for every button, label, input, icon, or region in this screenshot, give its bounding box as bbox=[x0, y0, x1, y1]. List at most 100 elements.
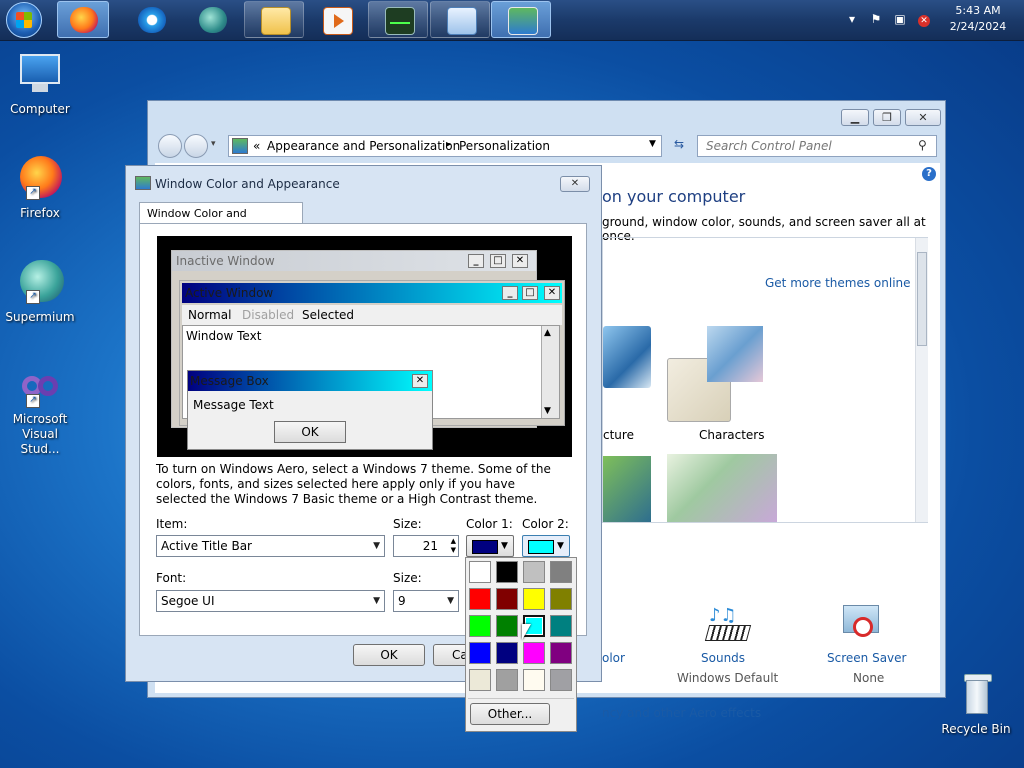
taskbar-personalization[interactable] bbox=[491, 1, 551, 38]
item-select[interactable]: Active Title Bar ▼ bbox=[156, 535, 385, 557]
color-swatch[interactable] bbox=[469, 669, 491, 691]
desktop-icon-visual-studio[interactable]: ↗ Microsoft Visual Stud... bbox=[2, 368, 78, 457]
desktop-icon-supermium[interactable]: ↗ Supermium bbox=[2, 258, 78, 325]
color-swatch[interactable] bbox=[550, 588, 572, 610]
theme-thumbnail[interactable] bbox=[667, 454, 777, 522]
windows-logo-icon bbox=[16, 12, 32, 28]
other-color-button[interactable]: Other... bbox=[470, 703, 550, 725]
minimize-button[interactable]: ▁ bbox=[841, 109, 869, 126]
preview-maximize-icon: □ bbox=[490, 254, 506, 268]
item-size-label: Size: bbox=[393, 517, 422, 531]
theme-thumbnail[interactable] bbox=[603, 456, 651, 522]
get-more-themes-link[interactable]: Get more themes online bbox=[765, 276, 911, 290]
taskbar-explorer[interactable] bbox=[244, 1, 304, 38]
breadcrumb-appearance[interactable]: Appearance and Personalization bbox=[267, 139, 460, 153]
color-swatch[interactable] bbox=[496, 642, 518, 664]
color-swatch[interactable] bbox=[469, 588, 491, 610]
color-swatch[interactable] bbox=[496, 561, 518, 583]
recycle-bin-icon bbox=[952, 670, 1000, 718]
color-swatch[interactable] bbox=[523, 561, 545, 583]
dialog-close-button[interactable]: ✕ bbox=[560, 176, 590, 192]
internet-explorer-icon bbox=[138, 7, 166, 33]
breadcrumb-personalization[interactable]: Personalization bbox=[459, 139, 550, 153]
help-icon[interactable]: ? bbox=[922, 167, 936, 181]
taskbar-supermium[interactable] bbox=[182, 1, 238, 38]
preview-active-title: Active Window bbox=[185, 286, 274, 300]
search-input[interactable]: Search Control Panel ⚲ bbox=[697, 135, 937, 157]
color-swatch[interactable] bbox=[523, 642, 545, 664]
theme-list-scrollbar[interactable] bbox=[915, 238, 928, 522]
personalization-icon bbox=[508, 7, 538, 35]
desktop-icon-firefox[interactable]: ↗ Firefox bbox=[2, 154, 78, 221]
taskbar-task-manager[interactable] bbox=[368, 1, 428, 38]
color2-picker-button[interactable]: ▼ bbox=[522, 535, 570, 557]
taskbar-internet-explorer[interactable] bbox=[121, 1, 177, 38]
taskbar-media-player[interactable] bbox=[306, 1, 362, 38]
aero-effects-link[interactable]: ncy and other Aero effects bbox=[602, 706, 761, 720]
breadcrumb-overflow[interactable]: « bbox=[253, 139, 260, 153]
back-button[interactable] bbox=[158, 134, 182, 158]
window-color-link[interactable]: olor bbox=[602, 651, 625, 665]
color1-picker-button[interactable]: ▼ bbox=[466, 535, 514, 557]
color-swatch[interactable] bbox=[469, 642, 491, 664]
theme-list[interactable]: Get more themes online cture Characters bbox=[602, 237, 928, 523]
color-swatch[interactable] bbox=[550, 642, 572, 664]
font-select[interactable]: Segoe UI ▼ bbox=[156, 590, 385, 612]
preview-scrollbar: ▲ ▼ bbox=[541, 326, 559, 418]
font-size-select[interactable]: 9 ▼ bbox=[393, 590, 459, 612]
color-swatch[interactable] bbox=[523, 669, 545, 691]
sounds-link[interactable]: Sounds bbox=[701, 651, 745, 665]
color-swatch[interactable] bbox=[496, 669, 518, 691]
item-select-value: Active Title Bar bbox=[161, 539, 252, 553]
refresh-icon[interactable]: ⇆ bbox=[668, 137, 690, 155]
visual-studio-icon: ↗ bbox=[16, 368, 64, 408]
color-swatch[interactable] bbox=[469, 615, 491, 637]
breadcrumb-arrow-icon[interactable]: ▸ bbox=[446, 139, 451, 150]
recent-pages-dropdown[interactable]: ▾ bbox=[211, 139, 216, 149]
preview-window-text: Window Text bbox=[186, 329, 262, 343]
network-icon[interactable]: ▣ bbox=[893, 12, 907, 26]
tab-window-color[interactable]: Window Color and Appearance bbox=[139, 202, 303, 241]
font-size-value: 9 bbox=[398, 594, 406, 608]
address-bar[interactable]: « Appearance and Personalization ▸ Perso… bbox=[228, 135, 662, 157]
firefox-icon bbox=[70, 7, 98, 33]
desktop-icon-computer[interactable]: Computer bbox=[2, 50, 78, 117]
color2-label: Color 2: bbox=[522, 517, 569, 531]
preview-ok-button: OK bbox=[274, 421, 346, 443]
color-swatch[interactable] bbox=[550, 615, 572, 637]
preview-close-icon: ✕ bbox=[512, 254, 528, 268]
color-swatch[interactable] bbox=[496, 615, 518, 637]
preview-active-titlebar: Active Window _ □ ✕ bbox=[182, 283, 562, 303]
tray-overflow-icon[interactable]: ▾ bbox=[845, 12, 859, 26]
volume-muted-icon[interactable]: ✕ bbox=[917, 12, 931, 27]
close-button[interactable]: ✕ bbox=[905, 109, 941, 126]
system-clock[interactable]: 5:43 AM 2/24/2024 bbox=[946, 3, 1010, 35]
ok-button[interactable]: OK bbox=[353, 644, 425, 666]
taskbar-control-panel[interactable] bbox=[430, 1, 490, 38]
taskbar-firefox[interactable] bbox=[57, 1, 109, 38]
spinner-arrows-icon[interactable]: ▲ ▼ bbox=[451, 537, 456, 555]
item-size-spinner[interactable]: 21 ▲ ▼ bbox=[393, 535, 459, 557]
search-icon[interactable]: ⚲ bbox=[918, 138, 927, 152]
desktop-icon-label: Supermium bbox=[5, 310, 75, 324]
address-dropdown-icon[interactable]: ▼ bbox=[649, 139, 656, 149]
forward-button[interactable] bbox=[184, 134, 208, 158]
maximize-button[interactable]: ❐ bbox=[873, 109, 901, 126]
theme-thumbnail[interactable] bbox=[603, 326, 651, 388]
page-heading: on your computer bbox=[602, 187, 746, 206]
desktop-icon-label: Microsoft Visual Stud... bbox=[12, 412, 68, 456]
color-swatch[interactable] bbox=[496, 588, 518, 610]
preview-msgbox-title: Message Box bbox=[190, 374, 269, 388]
color-swatch[interactable] bbox=[523, 588, 545, 610]
color-swatch[interactable] bbox=[469, 561, 491, 583]
desktop-icon-recycle-bin[interactable]: Recycle Bin bbox=[938, 670, 1014, 737]
preview-close-icon: ✕ bbox=[412, 374, 428, 388]
color-swatch[interactable] bbox=[550, 561, 572, 583]
screen-saver-icon bbox=[841, 603, 881, 643]
color-swatch[interactable] bbox=[550, 669, 572, 691]
chevron-down-icon: ▼ bbox=[501, 541, 508, 551]
action-center-flag-icon[interactable]: ⚑ bbox=[869, 12, 883, 26]
start-button[interactable] bbox=[6, 2, 42, 38]
screen-saver-link[interactable]: Screen Saver bbox=[827, 651, 906, 665]
dialog-icon bbox=[135, 176, 151, 190]
